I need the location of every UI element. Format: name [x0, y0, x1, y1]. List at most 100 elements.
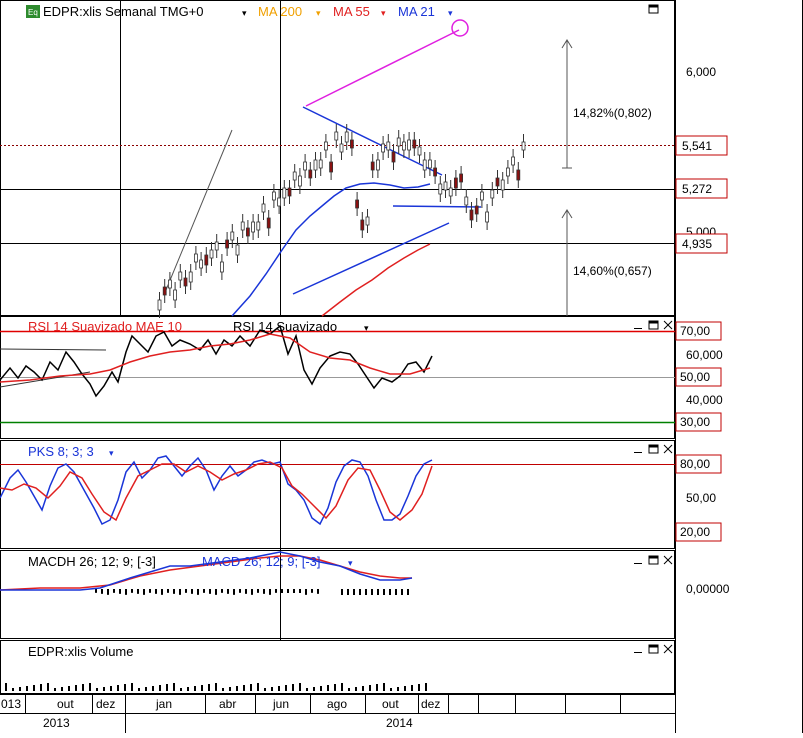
candle: [282, 180, 287, 206]
volume-bar: [285, 685, 287, 691]
volume-bar: [362, 686, 364, 691]
volume-bar: [397, 687, 399, 691]
rsi-title[interactable]: RSI 14 Suavizado MAE 10: [28, 319, 182, 334]
candle: [157, 292, 162, 318]
macdh-title[interactable]: MACDH 26; 12; 9; [-3]: [28, 554, 156, 569]
volume-bar: [180, 688, 182, 691]
candle: [516, 162, 521, 188]
volume-bar: [26, 686, 28, 691]
candle: [230, 224, 235, 248]
time-label-out-2014: out: [382, 697, 399, 711]
volume-title[interactable]: EDPR:xlis Volume: [28, 644, 133, 659]
candle: [199, 252, 204, 276]
price-label-5272: 5,272: [675, 178, 728, 199]
candle: [209, 242, 214, 266]
macd-histogram-bar: [113, 589, 115, 593]
volume-bar: [348, 688, 350, 691]
candlesticks: [157, 124, 526, 318]
chart-window: Eq EDPR:xlis Semanal TMG+0 ▾ MA 200 ▾ MA…: [0, 0, 803, 733]
candle: [500, 172, 505, 198]
macd-histogram-bar: [197, 589, 199, 595]
candle: [469, 202, 474, 228]
volume-bar: [425, 683, 427, 691]
rsi-dropdown-icon[interactable]: ▾: [364, 323, 369, 333]
candle: [183, 270, 188, 294]
candle: [167, 272, 172, 296]
svg-text:5,541: 5,541: [682, 139, 712, 153]
time-label-013: 013: [1, 697, 21, 711]
macd-histogram-bar: [155, 589, 157, 594]
candle: [448, 180, 453, 204]
target-projection-line[interactable]: [305, 29, 460, 107]
macd-histogram-bar: [383, 589, 385, 595]
macd-histogram-bar: [191, 589, 193, 594]
volume-bar: [243, 685, 245, 691]
candle: [297, 168, 302, 194]
annotation-upper-percent: 14,82%(0,802): [573, 106, 652, 120]
candle: [485, 204, 490, 230]
candle: [334, 124, 339, 148]
candle: [391, 144, 396, 170]
candle: [271, 184, 276, 208]
indicator-ma55-label[interactable]: MA 55: [333, 4, 370, 19]
candle: [443, 174, 448, 198]
macd-histogram-bar: [317, 589, 319, 594]
rsi-window-controls[interactable]: [634, 320, 673, 330]
pks-dropdown-icon[interactable]: ▾: [109, 448, 114, 458]
macd-histogram-bar: [287, 589, 289, 593]
rsi-axis-60: 60,000: [686, 348, 723, 362]
ma21-dropdown-icon[interactable]: ▾: [448, 8, 453, 18]
candle: [256, 214, 261, 238]
main-title-dropdown-icon[interactable]: ▾: [242, 8, 247, 18]
pks-window-controls[interactable]: [634, 444, 673, 454]
macd-histogram-bar: [119, 589, 121, 594]
macd-histogram-bar: [401, 589, 403, 595]
macd-histogram-bar: [107, 589, 109, 595]
rsi-level-50-label: 50,00: [675, 367, 722, 387]
triangle-lower-line[interactable]: [292, 222, 450, 295]
macd-histogram-bar: [359, 589, 361, 595]
macd-histogram-bar: [371, 589, 373, 595]
rsi-trendline-2: [0, 348, 107, 351]
volume-bar: [250, 684, 252, 691]
macd-histogram-bar: [143, 589, 145, 595]
candle: [511, 149, 516, 173]
volume-bar: [96, 688, 98, 691]
pks-title[interactable]: PKS 8; 3; 3: [28, 444, 94, 459]
rsi-title-2[interactable]: RSI 14 Suavizado: [233, 319, 337, 334]
macd-histogram-bar: [215, 589, 217, 595]
macd-title[interactable]: MACD 26; 12; 9; [-3]: [202, 554, 321, 569]
pks-axis-50: 50,00: [686, 491, 716, 505]
indicator-ma21-label[interactable]: MA 21: [398, 4, 435, 19]
volume-window-controls[interactable]: [634, 644, 673, 654]
macd-histogram-bar: [251, 589, 253, 595]
pks-slow-line: [0, 461, 433, 522]
volume-bar: [187, 687, 189, 691]
main-title[interactable]: EDPR:xlis Semanal TMG+0: [43, 4, 204, 19]
macd-window-controls[interactable]: [634, 555, 673, 565]
macd-histogram-bar: [137, 589, 139, 594]
horizontal-blue-line[interactable]: [392, 205, 482, 208]
candle: [162, 279, 167, 303]
volume-bar: [75, 685, 77, 691]
ma200-dropdown-icon[interactable]: ▾: [316, 8, 321, 18]
ma55-dropdown-icon[interactable]: ▾: [381, 8, 386, 18]
volume-bar: [355, 687, 357, 691]
macd-histogram-bar: [227, 589, 229, 594]
svg-text:4,935: 4,935: [682, 237, 712, 251]
macd-dropdown-icon[interactable]: ▾: [348, 558, 353, 568]
macd-histogram-bar: [233, 589, 235, 595]
macd-histogram-bar: [149, 589, 151, 593]
candle: [433, 160, 438, 184]
target-circle[interactable]: [451, 19, 469, 37]
candle: [412, 132, 417, 156]
macd-histogram-bar: [365, 589, 367, 595]
volume-bar: [341, 683, 343, 691]
candle: [261, 196, 266, 220]
indicator-ma200-label[interactable]: MA 200: [258, 4, 302, 19]
candle: [339, 136, 344, 160]
volume-bar: [194, 686, 196, 691]
volume-bar: [166, 684, 168, 691]
annotation-lower-percent: 14,60%(0,657): [573, 264, 652, 278]
volume-bar: [306, 688, 308, 691]
